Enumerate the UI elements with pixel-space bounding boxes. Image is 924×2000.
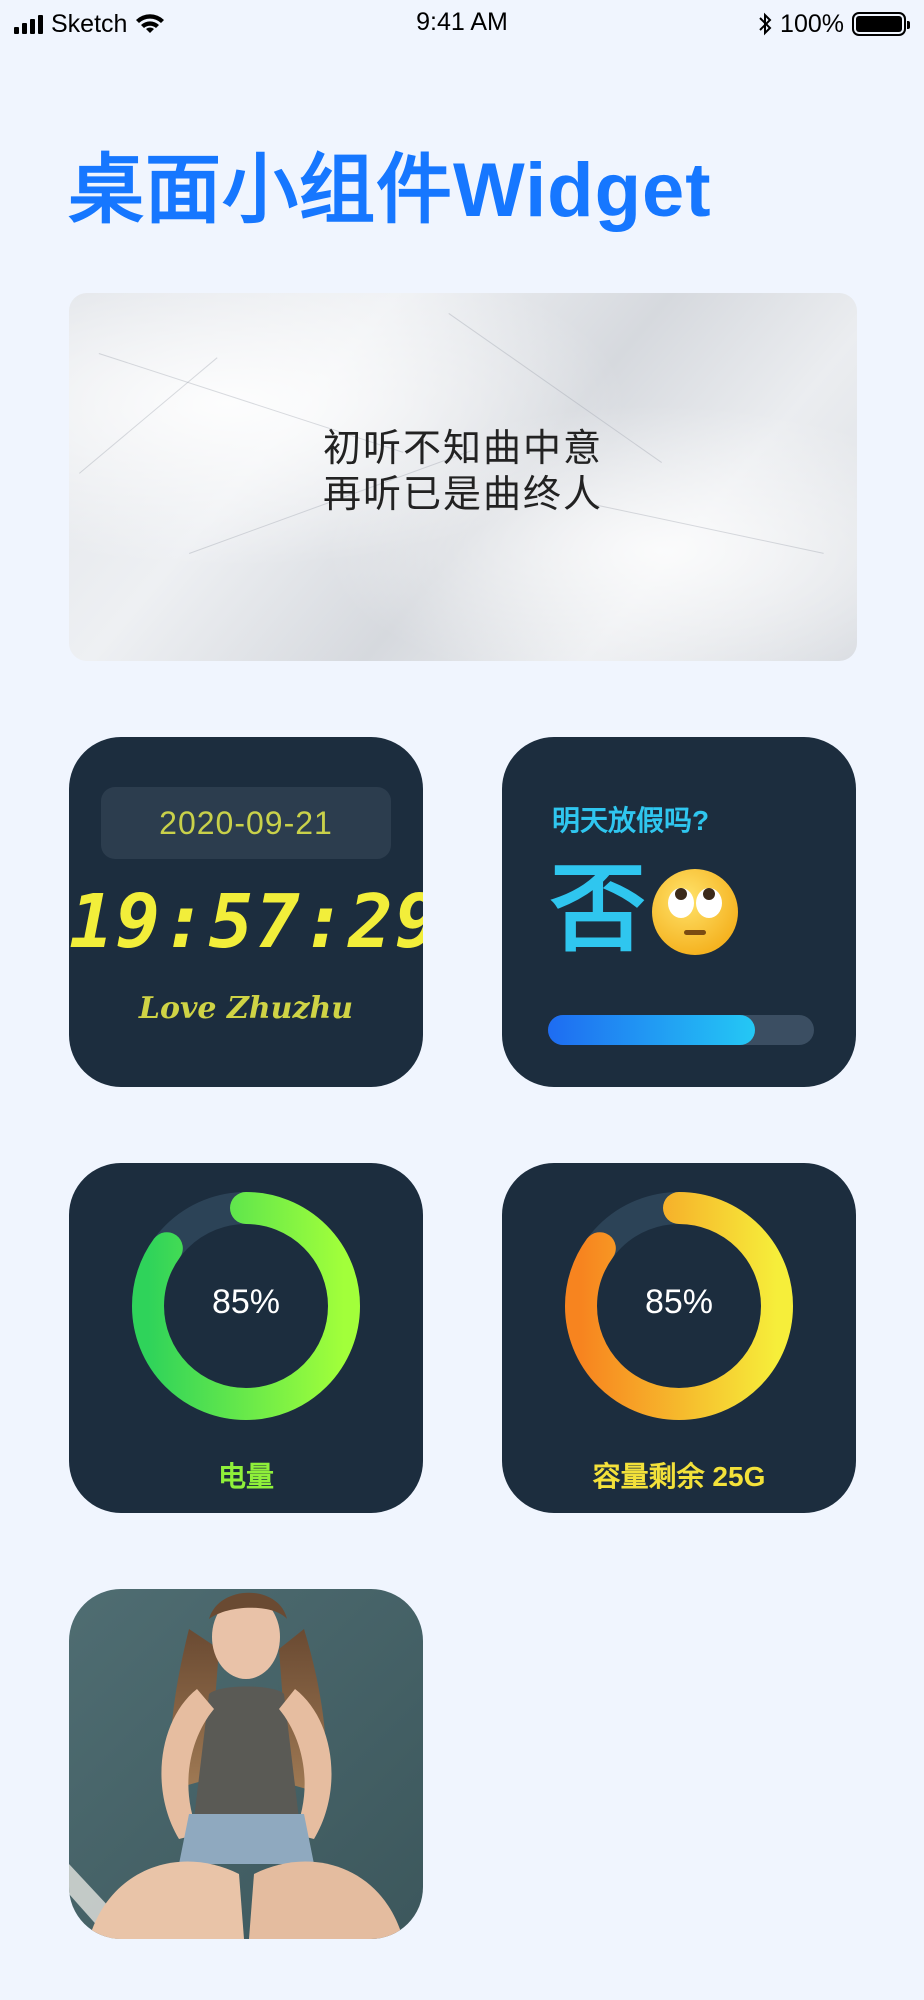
digital-clock: 19:57:29 (69, 879, 423, 965)
storage-percent-label: 85% (644, 1283, 714, 1321)
holiday-question: 明天放假吗? (552, 805, 710, 836)
bluetooth-icon (759, 12, 772, 36)
photo-widget[interactable] (69, 1589, 423, 1939)
page-title: 桌面小组件Widget (68, 148, 712, 233)
signature-text: Love Zhuzhu (138, 991, 354, 1026)
photo-of-sitting-girl (69, 1589, 423, 1939)
face-with-rolling-eyes-icon (652, 869, 738, 955)
battery-caption: 电量 (217, 1461, 274, 1492)
holiday-answer: 否 (550, 856, 646, 963)
battery-percent: 100% (780, 9, 844, 38)
holiday-progress-fill (548, 1015, 756, 1045)
battery-icon (852, 12, 910, 36)
quote-line-1: 初听不知曲中意 (322, 426, 603, 470)
storage-caption: 容量剩余 25G (592, 1461, 766, 1492)
battery-widget[interactable]: 85% 电量 (69, 1163, 423, 1513)
date-display: 2020-09-21 (101, 787, 391, 859)
holiday-progress-bar (548, 1015, 814, 1045)
status-bar-right: 100% (758, 8, 910, 40)
clock-widget[interactable]: 2020-09-21 19:57:29 Love Zhuzhu (69, 737, 423, 1087)
battery-percent-label: 85% (211, 1283, 281, 1321)
holiday-widget[interactable]: 明天放假吗? 否 (502, 737, 856, 1087)
quote-widget[interactable]: 初听不知曲中意 再听已是曲终人 (69, 293, 857, 661)
storage-widget[interactable]: 85% 容量剩余 25G (502, 1163, 856, 1513)
quote-text: 初听不知曲中意 再听已是曲终人 (69, 425, 857, 517)
quote-line-2: 再听已是曲终人 (322, 472, 603, 516)
